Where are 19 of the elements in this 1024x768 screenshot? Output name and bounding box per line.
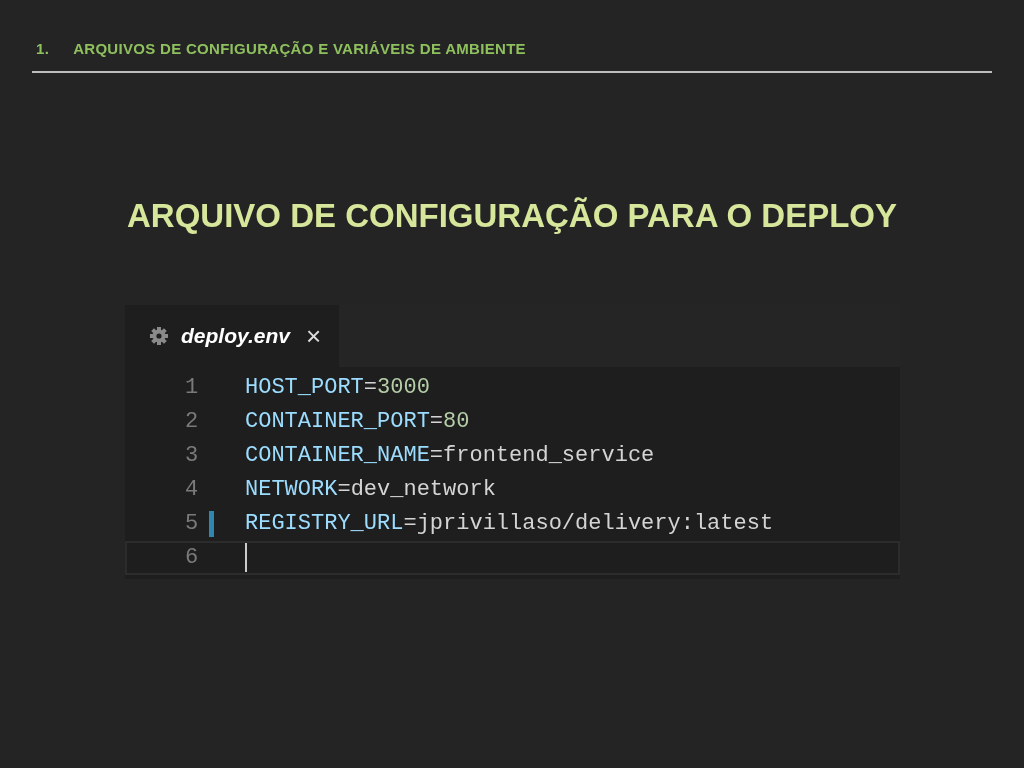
line-number: 5 [185, 510, 199, 538]
slide-section-title: ARQUIVOS DE CONFIGURAÇÃO E VARIÁVEIS DE AMBIENTE [73, 39, 526, 59]
code-line: REGISTRY_URL=jprivillaso/delivery:latest [209, 511, 774, 537]
line-number: 3 [185, 442, 199, 470]
code-line: HOST_PORT=3000 [244, 375, 430, 401]
gear-icon [149, 326, 169, 346]
line-number: 4 [185, 476, 199, 504]
slide-title: ARQUIVO DE CONFIGURAÇÃO PARA O DEPLOY [126, 196, 897, 234]
line-number: 6 [185, 544, 199, 572]
text-cursor [245, 542, 247, 573]
code-line: NETWORK=dev_network [244, 477, 496, 503]
tab-label: deploy.env [181, 323, 290, 350]
line-number: 2 [185, 408, 199, 436]
line-number: 1 [185, 374, 199, 402]
slide-section-number: 1. [36, 39, 50, 59]
code-line: CONTAINER_NAME=frontend_service [244, 443, 655, 469]
editor-tab[interactable]: deploy.env × [125, 305, 340, 367]
close-tab-button[interactable]: × [305, 323, 322, 349]
code-line: CONTAINER_PORT=80 [244, 409, 470, 435]
